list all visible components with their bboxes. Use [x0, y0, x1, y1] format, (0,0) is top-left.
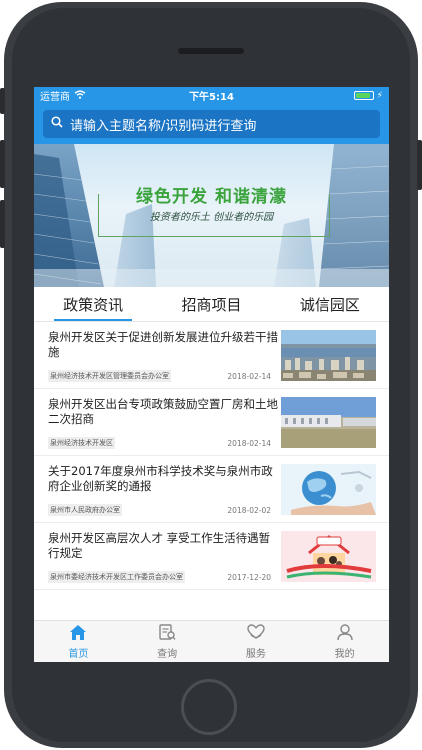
bottom-tab-bar: 首页 查询 服务 我的: [34, 620, 389, 662]
news-item[interactable]: 泉州开发区关于促进创新发展进位升级若干措施 泉州经济技术开发区管理委员会办公室 …: [34, 322, 389, 389]
service-icon: [246, 623, 266, 644]
tab-label: 政策资讯: [63, 295, 124, 314]
tab-investment-projects[interactable]: 招商项目: [152, 287, 270, 321]
power-button: [417, 140, 422, 190]
tab-integrity-park[interactable]: 诚信园区: [271, 287, 389, 321]
home-button[interactable]: [181, 679, 237, 735]
search-icon: [51, 116, 63, 132]
profile-icon: [335, 623, 355, 644]
news-source: 泉州经济技术开发区: [48, 437, 115, 449]
news-thumbnail-factory: [281, 397, 376, 448]
news-title: 泉州开发区出台专项政策鼓励空置厂房和土地二次招商: [48, 397, 278, 426]
news-source: 泉州经济技术开发区管理委员会办公室: [48, 370, 171, 382]
carrier-label: 运营商: [40, 92, 70, 103]
app-screen: 运营商 下午5:14 ⚡ 请输入主题名称/识别码进行查询 绿色开发 和谐清濛 投…: [34, 87, 389, 662]
news-source: 泉州市人民政府办公室: [48, 504, 122, 516]
mute-switch: [0, 88, 5, 114]
nav-label: 我的: [334, 649, 355, 660]
news-item[interactable]: 泉州开发区高层次人才 享受工作生活待遇暂行规定 泉州市委经济技术开发区工作委员会…: [34, 523, 389, 590]
search-placeholder: 请输入主题名称/识别码进行查询: [70, 118, 257, 134]
search-bar: 请输入主题名称/识别码进行查询: [34, 104, 389, 144]
nav-label: 首页: [68, 649, 89, 660]
tab-label: 诚信园区: [299, 295, 360, 314]
news-list: 泉州开发区关于促进创新发展进位升级若干措施 泉州经济技术开发区管理委员会办公室 …: [34, 322, 389, 590]
nav-label: 服务: [245, 649, 266, 660]
earpiece: [178, 48, 244, 54]
news-date: 2018-02-02: [227, 505, 271, 515]
news-item[interactable]: 关于2017年度泉州市科学技术奖与泉州市政府企业创新奖的通报 泉州市人民政府办公…: [34, 456, 389, 523]
nav-home[interactable]: 首页: [34, 621, 123, 662]
news-date: 2018-02-14: [227, 371, 271, 381]
status-bar: 运营商 下午5:14 ⚡: [34, 87, 389, 104]
home-icon: [68, 623, 88, 644]
nav-query[interactable]: 查询: [123, 621, 212, 662]
battery-icon: [353, 91, 374, 100]
status-time: 下午5:14: [189, 92, 234, 103]
query-icon: [157, 623, 177, 644]
banner-title: 绿色开发 和谐清濛: [136, 187, 287, 207]
banner-subtitle: 投资者的乐土 创业者的乐园: [149, 212, 274, 223]
news-date: 2018-02-14: [227, 438, 271, 448]
news-item[interactable]: 泉州开发区出台专项政策鼓励空置厂房和土地二次招商 泉州经济技术开发区 2018-…: [34, 389, 389, 456]
news-thumbnail-family-house: [281, 531, 376, 582]
news-title: 泉州开发区高层次人才 享受工作生活待遇暂行规定: [48, 531, 271, 560]
nav-service[interactable]: 服务: [212, 621, 301, 662]
tab-label: 招商项目: [181, 295, 242, 314]
banner[interactable]: 绿色开发 和谐清濛 投资者的乐土 创业者的乐园: [34, 144, 389, 287]
news-date: 2017-12-20: [227, 572, 271, 582]
tab-policy-news[interactable]: 政策资讯: [34, 287, 152, 321]
search-input[interactable]: 请输入主题名称/识别码进行查询: [43, 110, 380, 138]
news-thumbnail-globe-hand: [281, 464, 376, 515]
battery-indicator: ⚡: [353, 90, 383, 101]
category-tabs: 政策资讯 招商项目 诚信园区: [34, 287, 389, 322]
wifi-icon: [74, 89, 86, 102]
battery-level: [355, 93, 370, 98]
nav-profile[interactable]: 我的: [300, 621, 389, 662]
news-title: 泉州开发区关于促进创新发展进位升级若干措施: [48, 330, 278, 359]
news-title: 关于2017年度泉州市科学技术奖与泉州市政府企业创新奖的通报: [48, 464, 273, 493]
volume-down-button: [0, 200, 5, 248]
charging-icon: ⚡: [376, 90, 383, 101]
news-thumbnail-city-aerial: [281, 330, 376, 381]
nav-label: 查询: [157, 649, 178, 660]
news-source: 泉州市委经济技术开发区工作委员会办公室: [48, 571, 185, 583]
volume-up-button: [0, 140, 5, 188]
